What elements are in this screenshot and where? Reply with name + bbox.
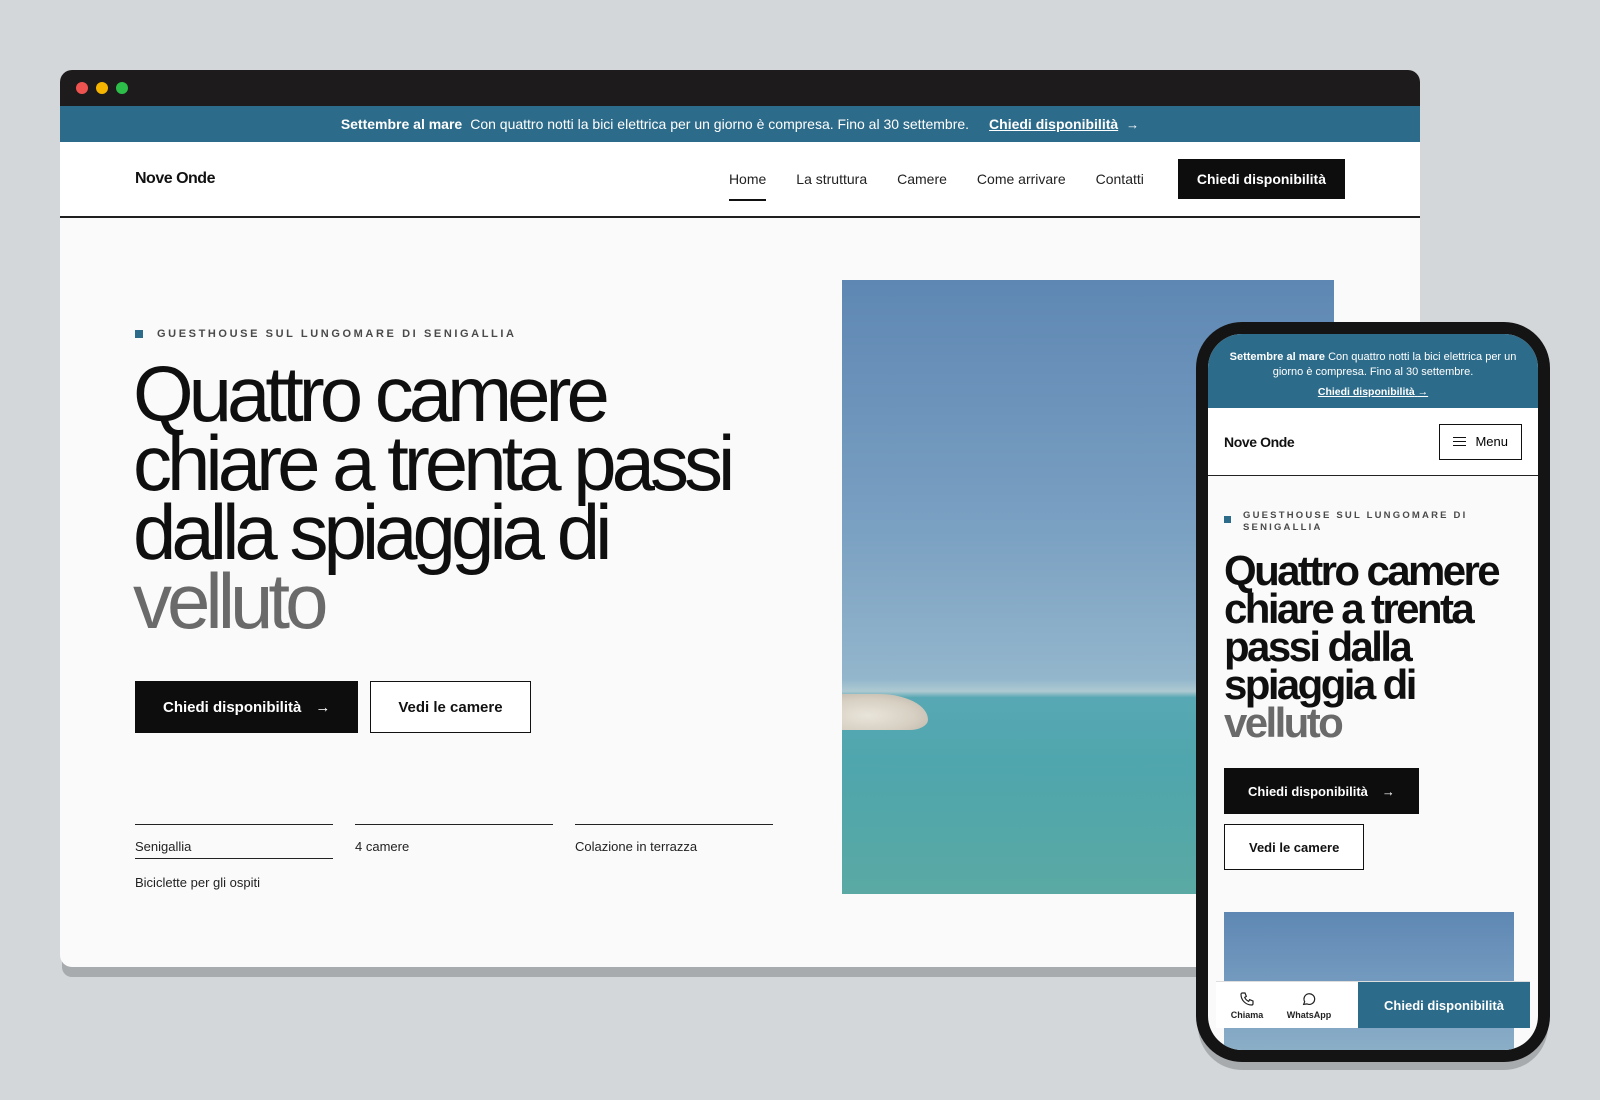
nav-link-la-struttura[interactable]: La struttura [796,165,867,193]
mobile-hero-eyebrow: GUESTHOUSE SUL LUNGOMARE DI SENIGALLIA [1224,510,1522,534]
rock-shape [842,694,928,730]
mobile-availability-button[interactable]: Chiedi disponibilità → [1224,768,1419,814]
site-logo[interactable]: Nove Onde [135,170,215,188]
mobile-screen: Settembre al mare Con quattro notti la b… [1208,334,1538,1050]
mobile-phone-frame: Settembre al mare Con quattro notti la b… [1196,322,1550,1062]
promo-text: Con quattro notti la bici elettrica per … [470,116,970,132]
mobile-bottom-availability-button[interactable]: Chiedi disponibilità [1358,982,1530,1028]
mobile-navigation: Nove Onde Menu [1208,408,1538,476]
nav-link-camere[interactable]: Camere [897,165,947,193]
mobile-promo-link-label: Chiedi disponibilità [1317,386,1415,398]
maximize-window-icon[interactable] [116,82,128,94]
whatsapp-action[interactable]: WhatsApp [1278,982,1340,1028]
nav-availability-button[interactable]: Chiedi disponibilità [1177,159,1345,199]
hero-availability-label: Chiedi disponibilità [163,698,302,716]
mobile-headline-accent: velluto [1224,699,1344,746]
mobile-promo-banner: Settembre al mare Con quattro notti la b… [1208,334,1538,408]
nav-link-home[interactable]: Home [728,165,767,201]
mobile-promo-title: Settembre al mare [1229,351,1325,363]
mobile-view-rooms-button[interactable]: Vedi le camere [1224,824,1365,870]
nav-link-come-arrivare[interactable]: Come arrivare [977,165,1066,193]
nav-links: Home La struttura Camere Come arrivare C… [728,165,1144,201]
browser-titlebar [60,70,1420,106]
arrow-right-icon: → [1381,783,1395,799]
call-label: Chiama [1230,1009,1264,1020]
mobile-site-logo[interactable]: Nove Onde [1224,434,1295,450]
mobile-eyebrow-text: GUESTHOUSE SUL LUNGOMARE DI SENIGALLIA [1243,510,1468,533]
mobile-menu-label: Menu [1475,434,1508,449]
arrow-right-icon: → [315,698,331,716]
hero-buttons: Chiedi disponibilità → Vedi le camere [135,681,531,733]
hero-headline: Quattro camere chiare a trenta passi dal… [133,355,753,640]
minimize-window-icon[interactable] [96,82,108,94]
headline-accent: velluto [133,557,328,645]
eyebrow-square-icon [135,330,143,338]
mobile-sea-photo [1224,912,1514,1050]
hamburger-menu-icon [1453,437,1467,446]
whatsapp-label: WhatsApp [1286,1009,1332,1020]
eyebrow-text: GUESTHOUSE SUL LUNGOMARE DI SENIGALLIA [157,328,517,340]
arrow-right-icon: → [1417,386,1429,398]
call-action[interactable]: Chiama [1216,982,1278,1028]
fact-bicycles: Biciclette per gli ospiti [135,875,260,890]
hero-availability-button[interactable]: Chiedi disponibilità → [135,681,359,733]
phone-icon [1240,991,1254,1006]
mobile-availability-label: Chiedi disponibilità [1248,783,1368,799]
fact-rooms: 4 camere [355,824,553,859]
mobile-headline-main: Quattro camere chiare a trenta passi dal… [1224,547,1501,708]
view-rooms-button[interactable]: Vedi le camere [370,681,531,733]
eyebrow-square-icon [1224,516,1231,523]
hero-facts: Senigallia 4 camere Colazione in terrazz… [135,824,775,890]
close-window-icon[interactable] [76,82,88,94]
headline-main: Quattro camere chiare a trenta passi dal… [133,350,735,576]
promo-banner: Settembre al mare Con quattro notti la b… [60,106,1420,142]
promo-title: Settembre al mare [340,116,463,132]
promo-availability-link[interactable]: Chiedi disponibilità [989,116,1118,132]
arrow-right-icon: → [1126,116,1140,132]
mobile-hero-headline: Quattro camere chiare a trenta passi dal… [1224,550,1514,744]
mobile-bottom-bar: Chiama WhatsApp Chiedi disponibilità [1216,982,1530,1028]
fact-breakfast: Colazione in terrazza [575,824,773,859]
main-navigation: Nove Onde Home La struttura Camere Come … [60,142,1420,218]
nav-link-contatti[interactable]: Contatti [1096,165,1144,193]
fact-location: Senigallia [135,824,333,859]
hero-eyebrow: GUESTHOUSE SUL LUNGOMARE DI SENIGALLIA [135,328,517,340]
mobile-promo-availability-link[interactable]: Chiedi disponibilità → [1220,385,1526,400]
mobile-menu-button[interactable]: Menu [1439,423,1522,460]
whatsapp-icon [1302,992,1316,1005]
